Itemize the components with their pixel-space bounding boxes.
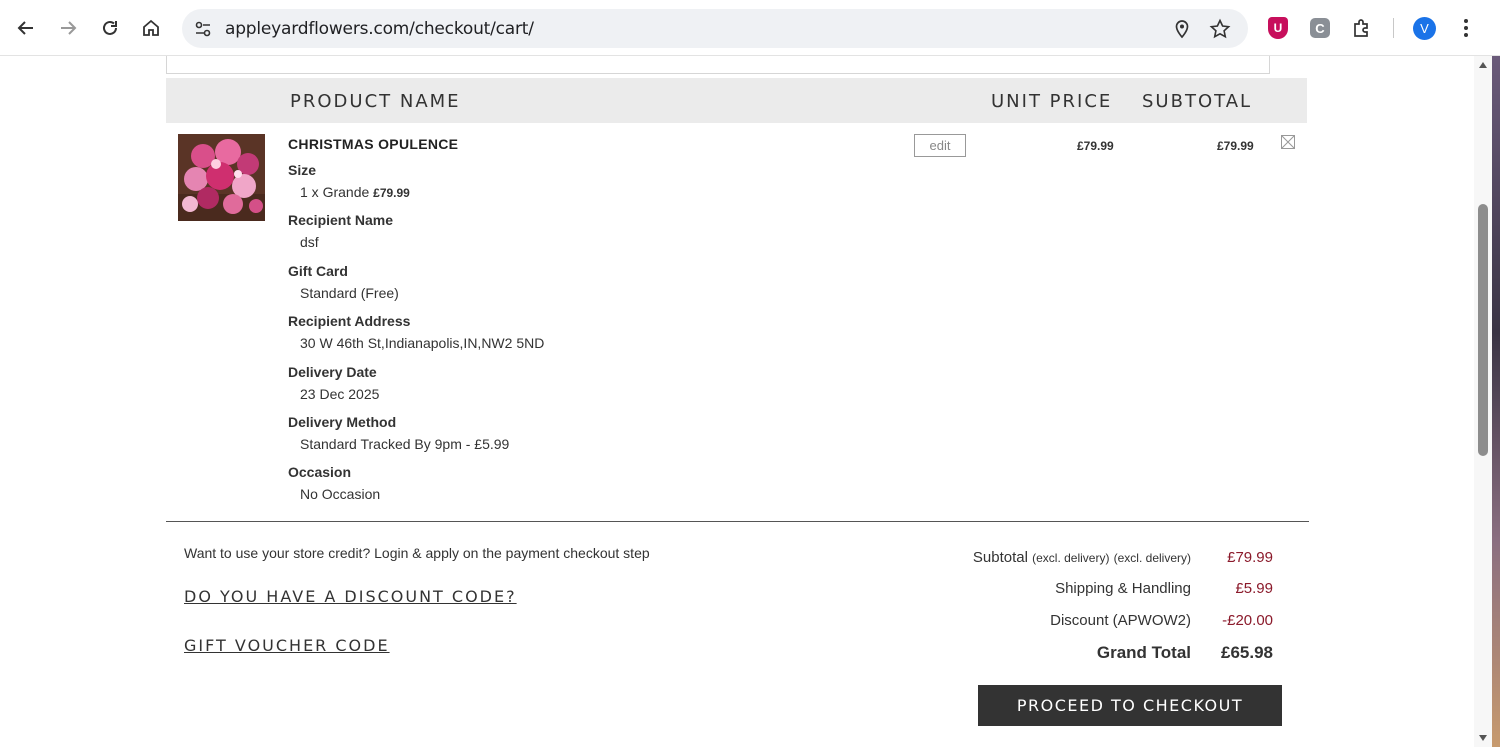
toolbar-divider bbox=[1393, 18, 1394, 38]
discount-code-link[interactable]: DO YOU HAVE A DISCOUNT CODE? bbox=[184, 587, 517, 606]
previous-section-box bbox=[166, 56, 1270, 74]
browser-toolbar: appleyardflowers.com/checkout/cart/ U C … bbox=[0, 0, 1500, 56]
option-label-delivery-date: Delivery Date bbox=[288, 364, 377, 380]
c-extension[interactable]: C bbox=[1307, 15, 1333, 41]
reload-button[interactable] bbox=[96, 14, 124, 42]
col-subtotal: SUBTOTAL bbox=[1142, 91, 1253, 112]
proceed-to-checkout-button[interactable]: PROCEED TO CHECKOUT bbox=[978, 685, 1282, 726]
ublock-extension[interactable]: U bbox=[1265, 15, 1291, 41]
option-value-delivery-date: 23 Dec 2025 bbox=[300, 386, 380, 402]
scroll-down-arrow-icon[interactable] bbox=[1478, 734, 1488, 742]
ublock-icon: U bbox=[1268, 17, 1288, 39]
cart-table-header: PRODUCT NAME UNIT PRICE SUBTOTAL bbox=[166, 78, 1307, 123]
site-settings-icon[interactable] bbox=[192, 18, 214, 40]
option-value-delivery-method: Standard Tracked By 9pm - £5.99 bbox=[300, 436, 510, 452]
shipping-label: Shipping & Handling bbox=[1055, 580, 1191, 597]
option-value-gift-card: Standard (Free) bbox=[300, 285, 399, 301]
remove-item-icon[interactable] bbox=[1281, 135, 1295, 149]
edit-item-button[interactable]: edit bbox=[914, 134, 966, 157]
c-extension-icon: C bbox=[1310, 18, 1330, 38]
address-bar[interactable]: appleyardflowers.com/checkout/cart/ bbox=[182, 9, 1248, 48]
option-label-size: Size bbox=[288, 162, 317, 178]
option-value-size: 1 x Grande £79.99 bbox=[300, 184, 410, 200]
option-label-delivery-method: Delivery Method bbox=[288, 414, 397, 430]
option-value-recipient-address: 30 W 46th St,Indianapolis,IN,NW2 5ND bbox=[300, 335, 545, 351]
shipping-value: £5.99 bbox=[1235, 580, 1273, 597]
item-unit-price: £79.99 bbox=[1077, 139, 1114, 153]
option-label-occasion: Occasion bbox=[288, 464, 352, 480]
item-subtotal: £79.99 bbox=[1217, 139, 1254, 153]
kebab-menu-icon[interactable] bbox=[1456, 16, 1476, 40]
scroll-thumb[interactable] bbox=[1478, 204, 1488, 456]
discount-label: Discount (APWOW2) bbox=[1050, 612, 1191, 629]
subtotal-label: Subtotal (excl. delivery) (excl. deliver… bbox=[972, 549, 1191, 566]
puzzle-icon bbox=[1354, 19, 1368, 37]
option-value-occasion: No Occasion bbox=[300, 486, 381, 502]
section-divider bbox=[166, 521, 1309, 522]
forward-button[interactable] bbox=[54, 14, 82, 42]
profile-avatar[interactable]: V bbox=[1413, 17, 1436, 40]
option-label-recipient-address: Recipient Address bbox=[288, 313, 411, 329]
home-icon bbox=[143, 19, 159, 36]
option-value-recipient-name: dsf bbox=[300, 234, 319, 250]
location-pin-icon[interactable] bbox=[1171, 18, 1193, 40]
col-unit-price: UNIT PRICE bbox=[991, 91, 1113, 112]
subtotal-value: £79.99 bbox=[1227, 549, 1273, 566]
arrow-left-icon bbox=[17, 21, 33, 35]
reload-icon bbox=[103, 20, 117, 35]
bouquet-image-icon bbox=[178, 134, 265, 221]
store-credit-note: Want to use your store credit? Login & a… bbox=[184, 545, 650, 561]
bookmark-star-icon[interactable] bbox=[1209, 18, 1231, 40]
arrow-right-icon bbox=[61, 21, 77, 35]
scroll-up-arrow-icon[interactable] bbox=[1478, 61, 1488, 69]
home-button[interactable] bbox=[137, 14, 165, 42]
product-name[interactable]: CHRISTMAS OPULENCE bbox=[288, 136, 458, 152]
desktop-background bbox=[1492, 56, 1500, 747]
gift-voucher-link[interactable]: GIFT VOUCHER CODE bbox=[184, 636, 390, 655]
size-price: £79.99 bbox=[373, 186, 410, 200]
grand-total-label: Grand Total bbox=[1096, 643, 1191, 662]
option-label-recipient-name: Recipient Name bbox=[288, 212, 394, 228]
option-label-gift-card: Gift Card bbox=[288, 263, 348, 279]
col-product-name: PRODUCT NAME bbox=[290, 91, 461, 112]
extensions-button[interactable] bbox=[1349, 15, 1375, 41]
url-text[interactable]: appleyardflowers.com/checkout/cart/ bbox=[225, 19, 534, 39]
product-thumbnail[interactable] bbox=[178, 134, 265, 221]
discount-value: -£20.00 bbox=[1222, 612, 1273, 629]
grand-total-value: £65.98 bbox=[1221, 643, 1273, 662]
back-button[interactable] bbox=[12, 14, 40, 42]
